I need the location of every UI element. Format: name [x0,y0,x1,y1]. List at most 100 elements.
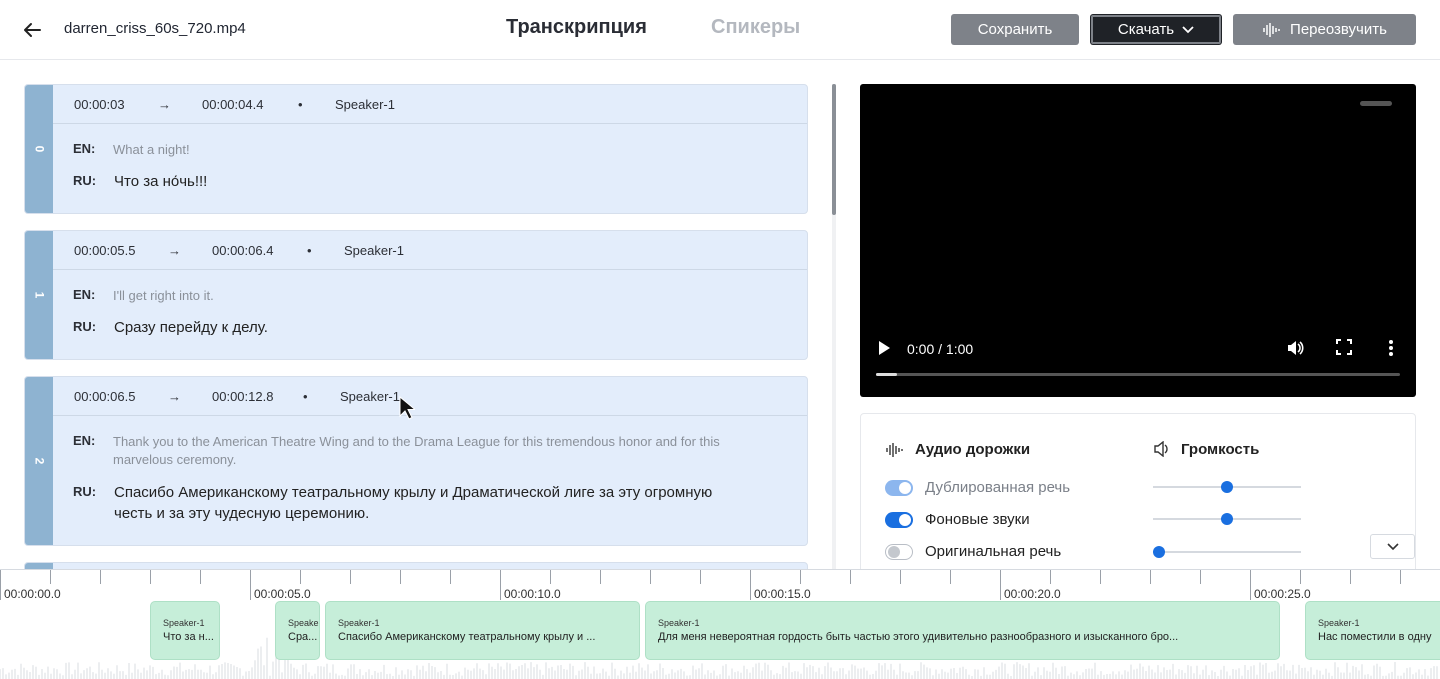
timeline-major-tick [1250,570,1251,600]
slider-thumb[interactable] [1221,513,1233,525]
more-options-icon[interactable] [1388,339,1394,362]
segment-start-time[interactable]: 00:00:06.5 [74,389,135,404]
video-player[interactable]: 0:00 / 1:00 [860,84,1416,397]
timeline-time-label: 00:00:15.0 [754,587,811,601]
timeline-major-tick [0,570,1,600]
segment-speaker[interactable]: Speaker-1 [335,97,395,112]
segment-index: 0 [25,85,53,213]
save-button-label: Сохранить [977,21,1053,38]
volume-slider-background[interactable] [1153,513,1301,525]
volume-title: Громкость [1181,441,1260,458]
clip-speaker: Speaker-1 [1318,618,1360,628]
segment-start-time[interactable]: 00:00:05.5 [74,243,135,258]
slider-thumb[interactable] [1153,546,1165,558]
waveform-icon [1263,22,1280,37]
timeline-minor-tick [1100,570,1101,584]
fullscreen-icon[interactable] [1336,339,1352,360]
segment-header: 00:00:05.5 → 00:00:06.4 • Speaker-1 [53,231,807,270]
back-arrow-icon[interactable] [20,18,44,42]
volume-icon[interactable] [1286,339,1304,362]
segment-end-time[interactable]: 00:00:12.8 [212,389,273,404]
clip-text: Для меня невероятная гордость быть часть… [658,631,1179,643]
timeline-clip[interactable]: Speaker-1 Что за н... [150,601,220,660]
timeline-time-label: 00:00:05.0 [254,587,311,601]
timeline-major-tick [750,570,751,600]
clip-text: Что за н... [163,631,214,643]
arrow-right-icon: → [158,97,171,112]
timeline-minor-tick [550,570,551,584]
segment-header: 00:00:03 → 00:00:04.4 • Speaker-1 [53,85,807,124]
timeline-minor-tick [950,570,951,584]
scrollbar-thumb[interactable] [832,84,836,215]
timeline-major-tick [1000,570,1001,600]
clip-text: Спасибо Американскому театральному крылу… [338,631,596,643]
segment-card[interactable]: 0 00:00:03 → 00:00:04.4 • Speaker-1 EN: … [24,84,808,214]
segment-speaker[interactable]: Speaker-1 [340,389,400,404]
timeline-minor-tick [900,570,901,584]
waveform-icon [886,443,903,457]
separator-dot: • [303,389,308,404]
en-text: Thank you to the American Theatre Wing a… [113,434,720,467]
timeline-minor-tick [1300,570,1301,584]
ru-text[interactable]: Спасибо Американскому театральному крылу… [114,482,714,524]
chevron-down-icon [1182,25,1194,33]
timeline-minor-tick [150,570,151,584]
timeline-clip[interactable]: Speaker-1 Спасибо Американскому театраль… [325,601,640,660]
timeline-minor-tick [1200,570,1201,584]
header-bar: darren_criss_60s_720.mp4 Транскрипция Сп… [0,0,1440,60]
segment-card[interactable]: 2 00:00:06.5 → 00:00:12.8 • Speaker-1 EN… [24,376,808,546]
timeline-minor-tick [300,570,301,584]
timeline-clip[interactable]: Speaker-1 Для меня невероятная гордость … [645,601,1280,660]
segment-end-time[interactable]: 00:00:06.4 [212,243,273,258]
save-button[interactable]: Сохранить [951,14,1079,45]
segment-card[interactable]: 1 00:00:05.5 → 00:00:06.4 • Speaker-1 EN… [24,230,808,360]
en-label: EN: [73,141,96,156]
track-label: Дублированная речь [925,479,1071,496]
tab-transcription[interactable]: Транскрипция [506,16,647,39]
video-progress-bar[interactable] [876,373,1400,376]
timeline-minor-tick [800,570,801,584]
video-overlay-pill [1360,101,1392,106]
timeline-minor-tick [450,570,451,584]
tab-speakers[interactable]: Спикеры [711,16,800,39]
redub-button-label: Переозвучить [1290,21,1387,38]
segment-start-time[interactable]: 00:00:03 [74,97,125,112]
arrow-right-icon: → [168,389,181,404]
timeline-minor-tick [1350,570,1351,584]
timeline-minor-tick [600,570,601,584]
toggle-dubbed-speech[interactable] [885,480,913,496]
timeline-minor-tick [200,570,201,584]
volume-slider-dubbed[interactable] [1153,481,1301,493]
chevron-down-icon [1386,542,1399,550]
toggle-background-sounds[interactable] [885,512,913,528]
segment-index: 1 [25,231,53,359]
timeline-minor-tick [850,570,851,584]
separator-dot: • [307,243,312,258]
file-name: darren_criss_60s_720.mp4 [64,20,246,37]
download-button[interactable]: Скачать [1090,14,1222,45]
collapse-panel-button[interactable] [1370,534,1415,559]
timeline-time-label: 00:00:10.0 [504,587,561,601]
ru-text[interactable]: Сразу перейду к делу. [114,317,714,338]
timeline-clip[interactable]: Speaker-1 Нас поместили в одну [1305,601,1440,660]
timeline-minor-tick [350,570,351,584]
ru-label: RU: [73,173,97,188]
download-button-label: Скачать [1117,21,1175,38]
timeline-minor-tick [1150,570,1151,584]
segment-card[interactable] [24,562,808,569]
toggle-original-speech[interactable] [885,544,913,560]
timeline[interactable]: 00:00:00.0 00:00:05.0 00:00:10.0 00:00:15.0… [0,569,1440,679]
en-label: EN: [73,287,96,302]
redub-button[interactable]: Переозвучить [1233,14,1416,45]
play-icon[interactable] [876,339,892,362]
segment-speaker[interactable]: Speaker-1 [344,243,404,258]
slider-thumb[interactable] [1221,481,1233,493]
volume-slider-original[interactable] [1153,546,1301,558]
ru-text[interactable]: Что за но́чь!!! [114,171,714,192]
segment-end-time[interactable]: 00:00:04.4 [202,97,263,112]
timeline-time-label: 00:00:00.0 [4,587,61,601]
en-text: I'll get right into it. [113,288,214,303]
timeline-minor-tick [700,570,701,584]
timeline-clip[interactable]: Speaker-1 Сра... [275,601,320,660]
video-time: 0:00 / 1:00 [907,341,974,357]
